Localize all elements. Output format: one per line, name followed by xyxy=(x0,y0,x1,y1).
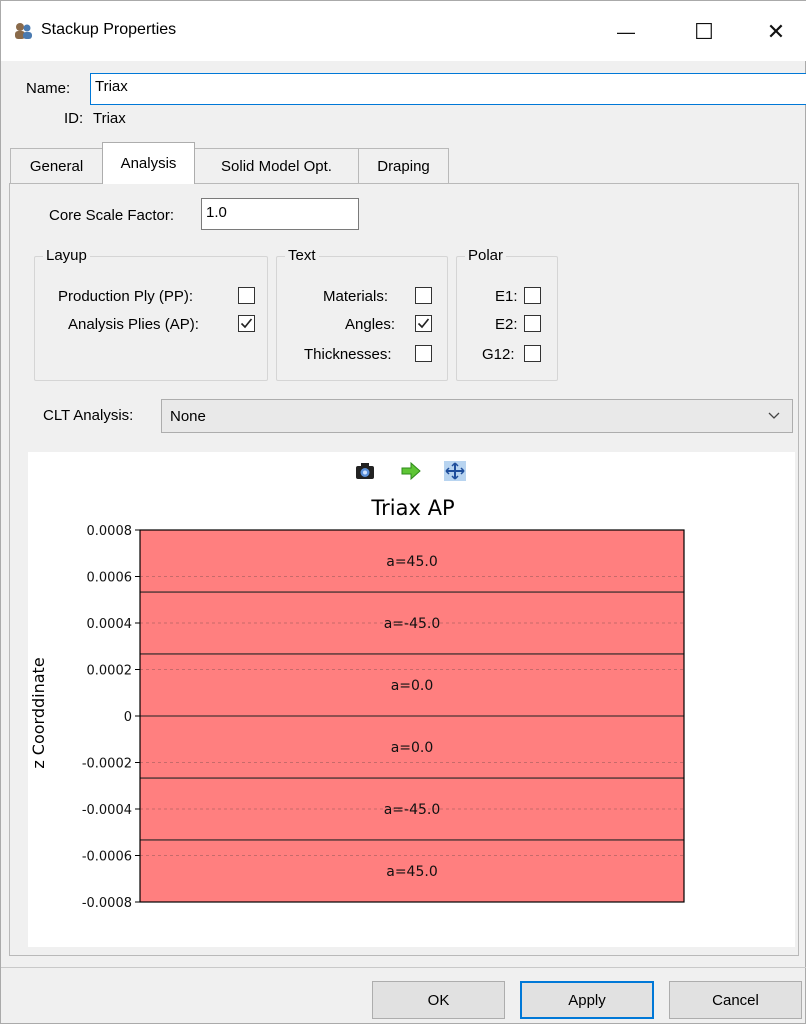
tab-solid-model-opt[interactable]: Solid Model Opt. xyxy=(194,148,359,184)
name-input[interactable]: Triax xyxy=(90,73,806,105)
core-scale-factor-input[interactable]: 1.0 xyxy=(201,198,359,230)
maximize-icon: ☐ xyxy=(694,19,714,44)
id-label: ID: xyxy=(64,110,84,127)
chart-title: Triax AP xyxy=(370,496,454,520)
layup-group-title: Layup xyxy=(43,247,90,264)
thicknesses-label: Thicknesses: xyxy=(304,346,392,363)
ply-label-5: a=45.0 xyxy=(386,864,437,880)
production-ply-label: Production Ply (PP): xyxy=(58,288,194,305)
g12-checkbox[interactable] xyxy=(524,345,541,362)
y-tick-label-0: 0.0008 xyxy=(87,524,133,539)
check-icon xyxy=(240,318,253,329)
close-button[interactable]: ✕ xyxy=(753,15,799,49)
close-icon: ✕ xyxy=(766,19,786,44)
tab-analysis-label: Analysis xyxy=(120,155,177,172)
maximize-button[interactable]: ☐ xyxy=(681,15,727,49)
ply-label-2: a=0.0 xyxy=(391,678,434,694)
tab-draping[interactable]: Draping xyxy=(358,148,449,184)
analysis-plies-checkbox[interactable] xyxy=(238,315,255,332)
stackup-properties-window: Stackup Properties — ☐ ✕ Name: Triax ID:… xyxy=(0,0,806,1024)
tab-draping-label: Draping xyxy=(377,158,430,175)
stackup-chart: Triax AP z Coorddinate a=45.0 a=-45.0 a=0.… xyxy=(29,496,685,911)
minimize-button[interactable]: — xyxy=(603,15,649,49)
ply-label-4: a=-45.0 xyxy=(384,802,441,818)
ply-label-3: a=0.0 xyxy=(391,740,434,756)
y-tick-label-3: 0.0002 xyxy=(87,664,133,679)
thicknesses-checkbox[interactable] xyxy=(415,345,432,362)
core-scale-factor-value: 1.0 xyxy=(206,204,227,221)
g12-label: G12: xyxy=(482,346,515,363)
window-title: Stackup Properties xyxy=(41,21,177,38)
chart-y-axis-label: z Coorddinate xyxy=(29,657,48,768)
apply-button-label: Apply xyxy=(568,991,606,1009)
y-tick-label-6: -0.0004 xyxy=(82,803,132,818)
chevron-down-icon xyxy=(768,412,780,419)
cancel-button-label: Cancel xyxy=(712,991,759,1009)
apply-button[interactable]: Apply xyxy=(520,981,654,1019)
y-tick-label-7: -0.0006 xyxy=(82,850,132,865)
angles-checkbox[interactable] xyxy=(415,315,432,332)
minimize-icon: — xyxy=(617,21,635,42)
tab-general-label: General xyxy=(29,158,84,175)
core-scale-factor-label: Core Scale Factor: xyxy=(49,207,175,224)
e2-checkbox[interactable] xyxy=(524,315,541,332)
id-value: Triax xyxy=(93,110,126,127)
clt-analysis-select[interactable]: None xyxy=(161,399,793,433)
y-tick-label-2: 0.0004 xyxy=(87,617,133,632)
polar-group-title: Polar xyxy=(465,247,507,264)
tab-general[interactable]: General xyxy=(10,148,103,184)
y-tick-label-8: -0.0008 xyxy=(82,896,132,911)
title-bar: Stackup Properties — ☐ ✕ xyxy=(1,1,806,61)
tab-solid-model-opt-label: Solid Model Opt. xyxy=(221,158,332,175)
e1-label: E1: xyxy=(495,288,518,305)
ok-button[interactable]: OK xyxy=(372,981,505,1019)
name-input-value: Triax xyxy=(95,78,128,95)
e1-checkbox[interactable] xyxy=(524,287,541,304)
y-tick-label-4: 0 xyxy=(124,710,132,725)
materials-label: Materials: xyxy=(323,288,389,305)
y-tick-label-5: -0.0002 xyxy=(82,757,132,772)
ok-button-label: OK xyxy=(427,991,450,1009)
analysis-plies-label: Analysis Plies (AP): xyxy=(68,316,199,333)
e2-label: E2: xyxy=(495,316,518,333)
button-bar-separator xyxy=(1,967,806,968)
tab-analysis[interactable]: Analysis xyxy=(102,142,195,184)
clt-analysis-value: None xyxy=(170,408,206,425)
chart-area: Triax AP z Coorddinate a=45.0 a=-45.0 a=0.… xyxy=(28,452,795,947)
ply-label-0: a=45.0 xyxy=(386,554,437,570)
angles-label: Angles: xyxy=(345,316,396,333)
y-tick-label-1: 0.0006 xyxy=(87,571,133,586)
ply-label-1: a=-45.0 xyxy=(384,616,441,632)
cancel-button[interactable]: Cancel xyxy=(669,981,802,1019)
production-ply-checkbox[interactable] xyxy=(238,287,255,304)
plot-layer: a=45.0 a=-45.0 a=0.0 a=0.0 a=-45.0 a=45.0 0.00… xyxy=(82,524,685,911)
name-label: Name: xyxy=(26,80,71,97)
clt-analysis-label: CLT Analysis: xyxy=(43,407,134,424)
app-icon xyxy=(15,23,32,39)
check-icon xyxy=(417,318,430,329)
materials-checkbox[interactable] xyxy=(415,287,432,304)
text-group-title: Text xyxy=(285,247,319,264)
